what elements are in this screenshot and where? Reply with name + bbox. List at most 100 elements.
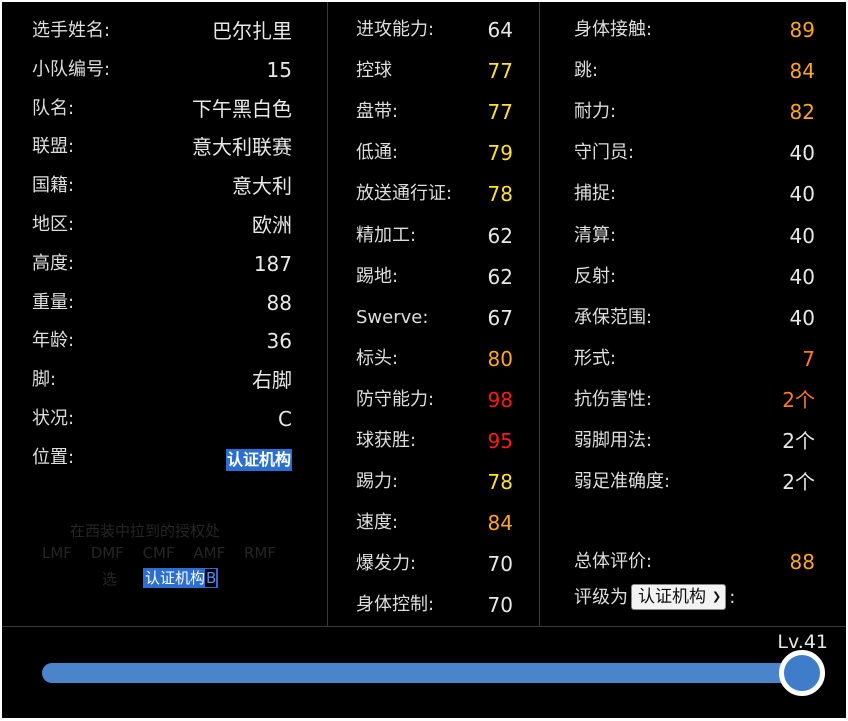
player-field-6-label: 高度: [32,252,75,274]
player-field-5-value: 欧洲 [252,213,292,237]
player-field-1-value: 15 [266,57,292,82]
grade-label: 评级为 认证机构 ❯: [574,583,735,613]
attack-stat-1-label: 控球 [356,60,392,82]
level-slider-handle[interactable] [779,650,825,696]
attack-stat-12-label: 速度: [356,512,399,534]
attack-stat-4-label: 放送通行证: [356,183,453,205]
attack-stat-5-row: 精加工: 62 [328,221,539,251]
attack-stat-3-row: 低通: 79 [328,138,539,168]
attack-stat-8-row: 标头: 80 [328,344,539,374]
player-field-5-row: 地区: 欧洲 [2,210,326,240]
physical-stat-11-label: 弱足准确度: [574,471,671,493]
grade-selected-value: 认证机构 [638,587,706,607]
player-field-9-row: 脚: 右脚 [2,365,326,395]
level-slider-track[interactable] [42,663,802,683]
physical-stat-8-row: 形式: 7 [540,344,847,374]
player-field-8-row: 年龄: 36 [2,326,326,356]
attack-stat-3-value: 79 [487,141,513,166]
player-field-4-label: 国籍: [32,175,75,197]
physical-stat-9-label: 抗伤害性: [574,388,653,410]
physical-stat-3-value: 40 [789,141,815,166]
player-field-7-row: 重量: 88 [2,288,326,318]
attack-stat-11-label: 踢力: [356,471,399,493]
attack-stat-11-row: 踢力: 78 [328,467,539,497]
attack-stat-4-value: 78 [487,182,513,207]
attack-stat-14-value: 70 [487,593,513,618]
level-slider-area: Lv.41 [2,626,846,719]
attack-stat-0-value: 64 [487,18,513,42]
attack-stat-7-row: Swerve: 67 [328,303,539,333]
position-chip-text: 认证机构 [145,569,206,587]
position-selector-area: 在西装中拉到的授权处 LMF DMF CMF AMF RMF 选 认证机构B [2,514,326,594]
grade-prefix: 评级为 [574,587,628,608]
player-field-5-label: 地区: [32,214,75,235]
attack-stat-13-row: 爆发力: 70 [328,549,539,579]
physical-stat-6-row: 反射: 40 [540,262,847,292]
physical-stat-10-value: 2个 [782,429,815,453]
attack-stat-7-label: Swerve: [356,306,429,328]
attack-stat-9-label: 防守能力: [356,388,435,410]
attack-stat-2-row: 盘带: 77 [328,97,539,127]
overall-rating-label: 总体评价: [574,551,653,572]
physical-stat-4-row: 捕捉: 40 [540,179,847,209]
player-field-7-label: 重量: [32,291,75,313]
player-field-10-row: 状况: C [2,404,326,434]
position-list: LMF DMF CMF AMF RMF [42,544,276,562]
player-field-2-label: 队名: [32,97,75,119]
attack-stat-6-row: 踢地: 62 [328,262,539,292]
player-field-3-row: 联盟: 意大利联赛 [2,132,326,162]
physical-stat-3-label: 守门员: [574,142,635,164]
attack-stat-9-row: 防守能力: 98 [328,385,539,415]
player-field-3-label: 联盟: [32,136,75,158]
player-stats-panel: 选手姓名: 巴尔扎里 小队编号: 15 队名: 下午黑白色 联盟: 意大利联赛 国籍: 意大利 地区… [2,2,846,718]
position-highlight: 认证机构 [225,448,292,471]
attack-stat-0-row: 进攻能力: 64 [328,15,539,45]
grade-suffix: : [729,587,736,608]
player-field-10-label: 状况: [32,408,75,429]
attack-stat-10-label: 球获胜: [356,430,417,451]
attack-stat-5-label: 精加工: [356,224,417,246]
physical-stat-2-row: 耐力: 82 [540,97,847,127]
physical-stat-1-label: 跳: [574,60,599,82]
player-field-7-value: 88 [266,290,292,315]
physical-stat-5-label: 清算: [574,224,617,246]
player-field-8-label: 年龄: [32,330,75,352]
physical-stat-1-row: 跳: 84 [540,56,847,86]
physical-stat-0-label: 身体接触: [574,19,653,40]
attack-stat-13-value: 70 [487,552,513,577]
physical-stat-5-value: 40 [789,223,815,248]
chevron-down-icon: ❯ [712,590,722,603]
player-field-1-label: 小队编号: [32,58,111,80]
grade-select[interactable]: 认证机构 ❯ [631,584,727,610]
physical-stat-10-row: 弱脚用法: 2个 [540,426,847,456]
physical-stat-4-label: 捕捉: [574,183,617,205]
position-chip[interactable]: 认证机构B [143,568,219,588]
attack-stat-12-row: 速度: 84 [328,508,539,538]
overall-rating-value: 88 [789,550,815,574]
physical-stat-9-value: 2个 [782,387,815,412]
grade-row: 评级为 认证机构 ❯: [540,583,847,613]
physical-stat-4-value: 40 [789,182,815,207]
attack-stat-12-value: 84 [487,511,513,536]
physical-stat-3-row: 守门员: 40 [540,138,847,168]
physical-stat-8-value: 7 [802,346,815,371]
attack-stat-2-value: 77 [487,100,513,125]
attack-stat-3-label: 低通: [356,142,399,164]
player-field-0-row: 选手姓名: 巴尔扎里 [2,16,326,46]
player-field-1-row: 小队编号: 15 [2,55,326,85]
physical-stat-2-value: 82 [789,100,815,125]
position-chip-tail: B [205,569,217,587]
player-field-6-row: 高度: 187 [2,249,326,279]
physical-stat-0-row: 身体接触: 89 [540,15,847,45]
player-field-2-value: 下午黑白色 [192,96,292,121]
player-field-0-value: 巴尔扎里 [212,19,292,43]
attack-stats-column: 进攻能力: 64 控球 77 盘带: 77 低通: 79 放送通行证: 78 精加工: 62 踢地: 62… [327,2,539,626]
player-field-11-row: 位置: 认证机构 [2,443,326,473]
physical-stat-5-row: 清算: 40 [540,221,847,251]
attack-stat-11-value: 78 [487,470,513,495]
attack-stat-2-label: 盘带: [356,101,399,123]
physical-stat-1-value: 84 [789,59,815,84]
player-field-11-label: 位置: [32,446,75,468]
player-field-11-value: 认证机构 [225,443,292,473]
attack-stat-10-row: 球获胜: 95 [328,426,539,456]
